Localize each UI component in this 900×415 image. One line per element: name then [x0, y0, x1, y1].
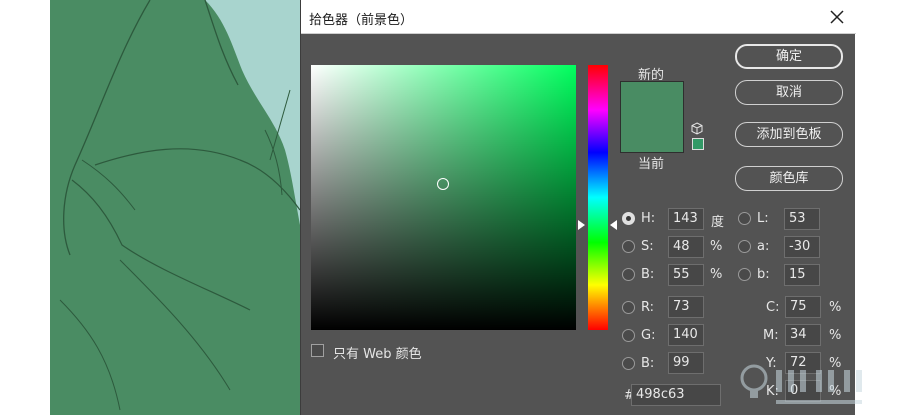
brightness-unit: % — [710, 267, 723, 282]
hue-radio[interactable] — [622, 212, 635, 225]
blue-input[interactable]: 99 — [668, 352, 704, 374]
dialog-title: 拾色器（前景色） — [309, 13, 414, 28]
red-input[interactable]: 73 — [668, 296, 704, 318]
lab-b-label: b: — [757, 267, 770, 282]
current-color-label: 当前 — [638, 157, 665, 172]
hue-unit: 度 — [711, 215, 725, 230]
hue-slider[interactable] — [588, 65, 608, 330]
dialog-titlebar[interactable]: 拾色器（前景色） — [301, 0, 856, 34]
logo-watermark — [736, 356, 886, 412]
new-color-swatch — [621, 82, 683, 116]
hex-input[interactable]: 498c63 — [631, 384, 721, 406]
red-radio[interactable] — [622, 301, 635, 314]
hue-slider-right-arrow-icon[interactable] — [610, 220, 617, 230]
cancel-button[interactable]: 取消 — [735, 80, 843, 105]
magenta-label: M: — [763, 328, 779, 343]
color-libraries-button[interactable]: 颜色库 — [735, 166, 843, 191]
color-field-cursor[interactable] — [437, 178, 449, 190]
blue-label: B: — [641, 356, 655, 371]
blue-radio[interactable] — [622, 357, 635, 370]
magenta-unit: % — [829, 328, 842, 343]
lab-a-radio[interactable] — [738, 240, 751, 253]
brightness-label: B: — [641, 267, 655, 282]
brightness-radio[interactable] — [622, 268, 635, 281]
hue-slider-left-arrow-icon[interactable] — [578, 220, 585, 230]
red-label: R: — [641, 300, 655, 315]
hue-input[interactable]: 143 — [668, 208, 704, 230]
saturation-radio[interactable] — [622, 240, 635, 253]
cyan-input[interactable]: 75 — [785, 296, 821, 318]
green-radio[interactable] — [622, 329, 635, 342]
hue-label: H: — [641, 211, 656, 226]
lab-l-input[interactable]: 53 — [784, 208, 820, 230]
lab-b-radio[interactable] — [738, 268, 751, 281]
cyan-unit: % — [829, 300, 842, 315]
websafe-color-chip[interactable] — [692, 138, 704, 150]
close-icon[interactable] — [826, 6, 848, 28]
ok-button[interactable]: 确定 — [735, 44, 843, 69]
lab-l-label: L: — [757, 211, 769, 226]
lab-a-input[interactable]: -30 — [784, 236, 820, 258]
saturation-brightness-field[interactable] — [311, 65, 576, 330]
current-color-swatch[interactable] — [621, 116, 683, 152]
web-only-label[interactable]: 只有 Web 颜色 — [333, 343, 422, 362]
lab-l-radio[interactable] — [738, 212, 751, 225]
saturation-label: S: — [641, 239, 654, 254]
web-only-checkbox[interactable] — [311, 344, 324, 357]
lab-a-label: a: — [757, 239, 770, 254]
color-picker-dialog: 拾色器（前景色） 新的 当前 确定 取消 添加到色板 颜色库 H: 143 度 … — [300, 0, 856, 415]
cyan-label: C: — [766, 300, 780, 315]
green-label: G: — [641, 328, 656, 343]
lab-b-input[interactable]: 15 — [784, 264, 820, 286]
saturation-unit: % — [710, 239, 723, 254]
green-input[interactable]: 140 — [668, 324, 704, 346]
add-to-swatches-button[interactable]: 添加到色板 — [735, 122, 843, 147]
saturation-input[interactable]: 48 — [668, 236, 704, 258]
brightness-input[interactable]: 55 — [668, 264, 704, 286]
magenta-input[interactable]: 34 — [785, 324, 821, 346]
websafe-cube-icon[interactable] — [690, 121, 704, 135]
